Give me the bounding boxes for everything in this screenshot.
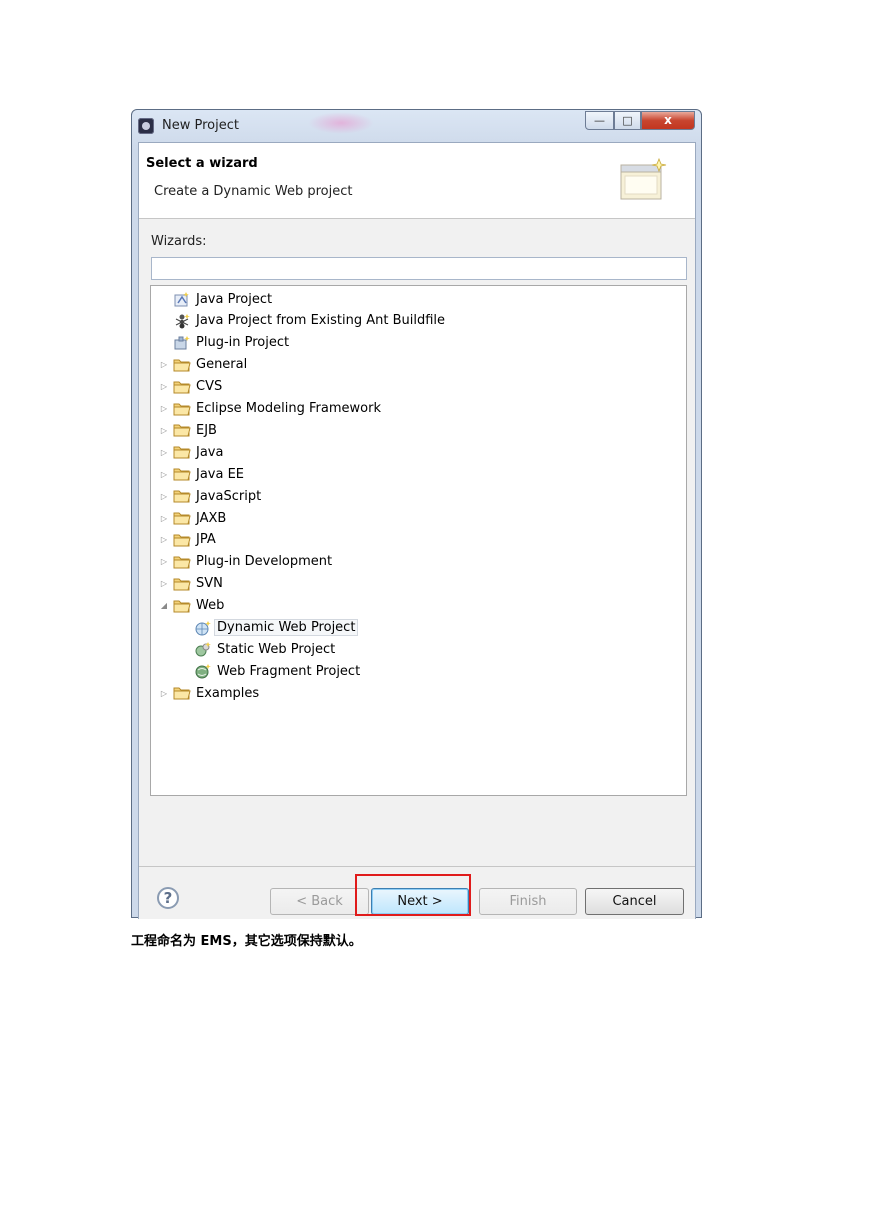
tree-item[interactable]: ▷ Plug-in Development (159, 552, 332, 572)
wizard-banner: Select a wizard Create a Dynamic Web pro… (139, 143, 695, 219)
expand-arrow-icon[interactable]: ▷ (159, 689, 169, 698)
new-project-dialog: New Project — □ x Select a wizard Create… (131, 109, 702, 919)
folder-icon (173, 379, 191, 395)
dialog-client-area: Select a wizard Create a Dynamic Web pro… (138, 142, 696, 919)
tree-item-label: Dynamic Web Project (214, 619, 359, 636)
back-button[interactable]: < Back (270, 888, 369, 915)
button-bar-separator (139, 866, 695, 867)
tree-item-label: Java EE (196, 466, 245, 482)
tree-item-label: Java (196, 444, 224, 460)
expand-arrow-icon[interactable]: ▷ (159, 492, 169, 501)
expand-arrow-icon[interactable]: ▷ (159, 579, 169, 588)
expand-arrow-icon[interactable]: ▷ (159, 470, 169, 479)
folder-icon (173, 576, 191, 592)
title-bar[interactable]: New Project — □ x (132, 110, 701, 142)
next-button[interactable]: Next > (371, 888, 469, 915)
tree-item-label: SVN (196, 576, 223, 592)
folder-icon (173, 422, 191, 438)
banner-title: Select a wizard (146, 156, 258, 171)
folder-icon (173, 510, 191, 526)
tree-item[interactable]: ▷ SVN (159, 574, 223, 594)
tree-item-label: Web Fragment Project (217, 663, 361, 679)
folder-icon (173, 554, 191, 570)
tree-item-label: Plug-in Development (196, 554, 333, 570)
folder-icon (173, 401, 191, 417)
collapse-arrow-icon[interactable]: ◢ (159, 601, 169, 610)
tree-item-label: JAXB (196, 510, 227, 526)
tree-item-label: Examples (196, 685, 260, 701)
folder-icon (173, 685, 191, 701)
tree-item-label: Java Project from Existing Ant Buildfile (196, 313, 446, 329)
expand-arrow-icon[interactable]: ▷ (159, 426, 169, 435)
tree-item-label: Eclipse Modeling Framework (196, 401, 381, 416)
tree-item[interactable]: ▷ EJB (159, 420, 217, 440)
tree-item[interactable]: ▷ General (159, 355, 247, 375)
tree-item[interactable]: ▷ CVS (159, 377, 222, 397)
tree-item-label: CVS (196, 379, 223, 395)
tree-item-label: JPA (196, 532, 216, 548)
tree-item[interactable]: Plug-in Project (173, 333, 289, 353)
expand-arrow-icon[interactable]: ▷ (159, 557, 169, 566)
tree-item[interactable]: ▷ JAXB (159, 508, 226, 528)
folder-icon (173, 532, 191, 548)
tree-item-label: EJB (196, 422, 217, 438)
tree-item[interactable]: ▷ JavaScript (159, 486, 261, 506)
finish-button[interactable]: Finish (479, 888, 577, 915)
folder-icon (173, 598, 191, 614)
tree-item[interactable]: Dynamic Web Project (194, 618, 359, 638)
caption-text: 工程命名为 EMS，其它选项保持默认。 (131, 934, 362, 949)
expand-arrow-icon[interactable]: ▷ (159, 360, 169, 369)
expand-arrow-icon[interactable]: ▷ (159, 382, 169, 391)
java-project-icon (173, 291, 191, 307)
tree-item-label: General (196, 357, 248, 373)
title-glow (308, 112, 374, 134)
tree-item[interactable]: ▷ JPA (159, 530, 216, 550)
plugin-project-icon (173, 335, 191, 351)
tree-item-label: Java Project (196, 291, 273, 307)
tree-item[interactable]: Java Project (173, 289, 272, 309)
tree-item[interactable]: ▷ Java (159, 442, 224, 462)
new-wizard-icon (620, 157, 667, 200)
folder-icon (173, 466, 191, 482)
tree-item[interactable]: ▷ Eclipse Modeling Framework (159, 399, 381, 419)
tree-item[interactable]: Java Project from Existing Ant Buildfile (173, 311, 445, 331)
static-web-project-icon (194, 641, 212, 657)
maximize-button[interactable]: □ (614, 111, 641, 130)
tree-item-label: Static Web Project (217, 641, 336, 657)
expand-arrow-icon[interactable]: ▷ (159, 404, 169, 413)
dynamic-web-project-icon (194, 620, 212, 636)
web-fragment-project-icon (194, 663, 212, 679)
tree-item[interactable]: Static Web Project (194, 639, 335, 659)
eclipse-icon (138, 118, 154, 134)
ant-icon (173, 313, 191, 329)
window-title: New Project (162, 118, 239, 133)
tree-item[interactable]: ▷ Examples (159, 683, 259, 703)
wizard-tree[interactable]: Java Project Java Project from Existing A… (150, 285, 687, 796)
help-icon[interactable]: ? (157, 887, 179, 909)
folder-icon (173, 444, 191, 460)
expand-arrow-icon[interactable]: ▷ (159, 535, 169, 544)
tree-item-label: JavaScript (196, 488, 262, 504)
wizard-filter-input[interactable] (151, 257, 687, 280)
banner-description: Create a Dynamic Web project (154, 184, 353, 199)
expand-arrow-icon[interactable]: ▷ (159, 448, 169, 457)
folder-icon (173, 488, 191, 504)
expand-arrow-icon[interactable]: ▷ (159, 514, 169, 523)
tree-item[interactable]: Web Fragment Project (194, 661, 360, 681)
tree-item-label: Web (196, 598, 225, 614)
folder-icon (173, 357, 191, 373)
tree-item[interactable]: ◢ Web (159, 596, 224, 616)
close-button[interactable]: x (641, 111, 695, 130)
minimize-button[interactable]: — (585, 111, 614, 130)
tree-item[interactable]: ▷ Java EE (159, 464, 244, 484)
wizards-label: Wizards: (151, 234, 207, 249)
cancel-button[interactable]: Cancel (585, 888, 684, 915)
tree-item-label: Plug-in Project (196, 335, 290, 351)
